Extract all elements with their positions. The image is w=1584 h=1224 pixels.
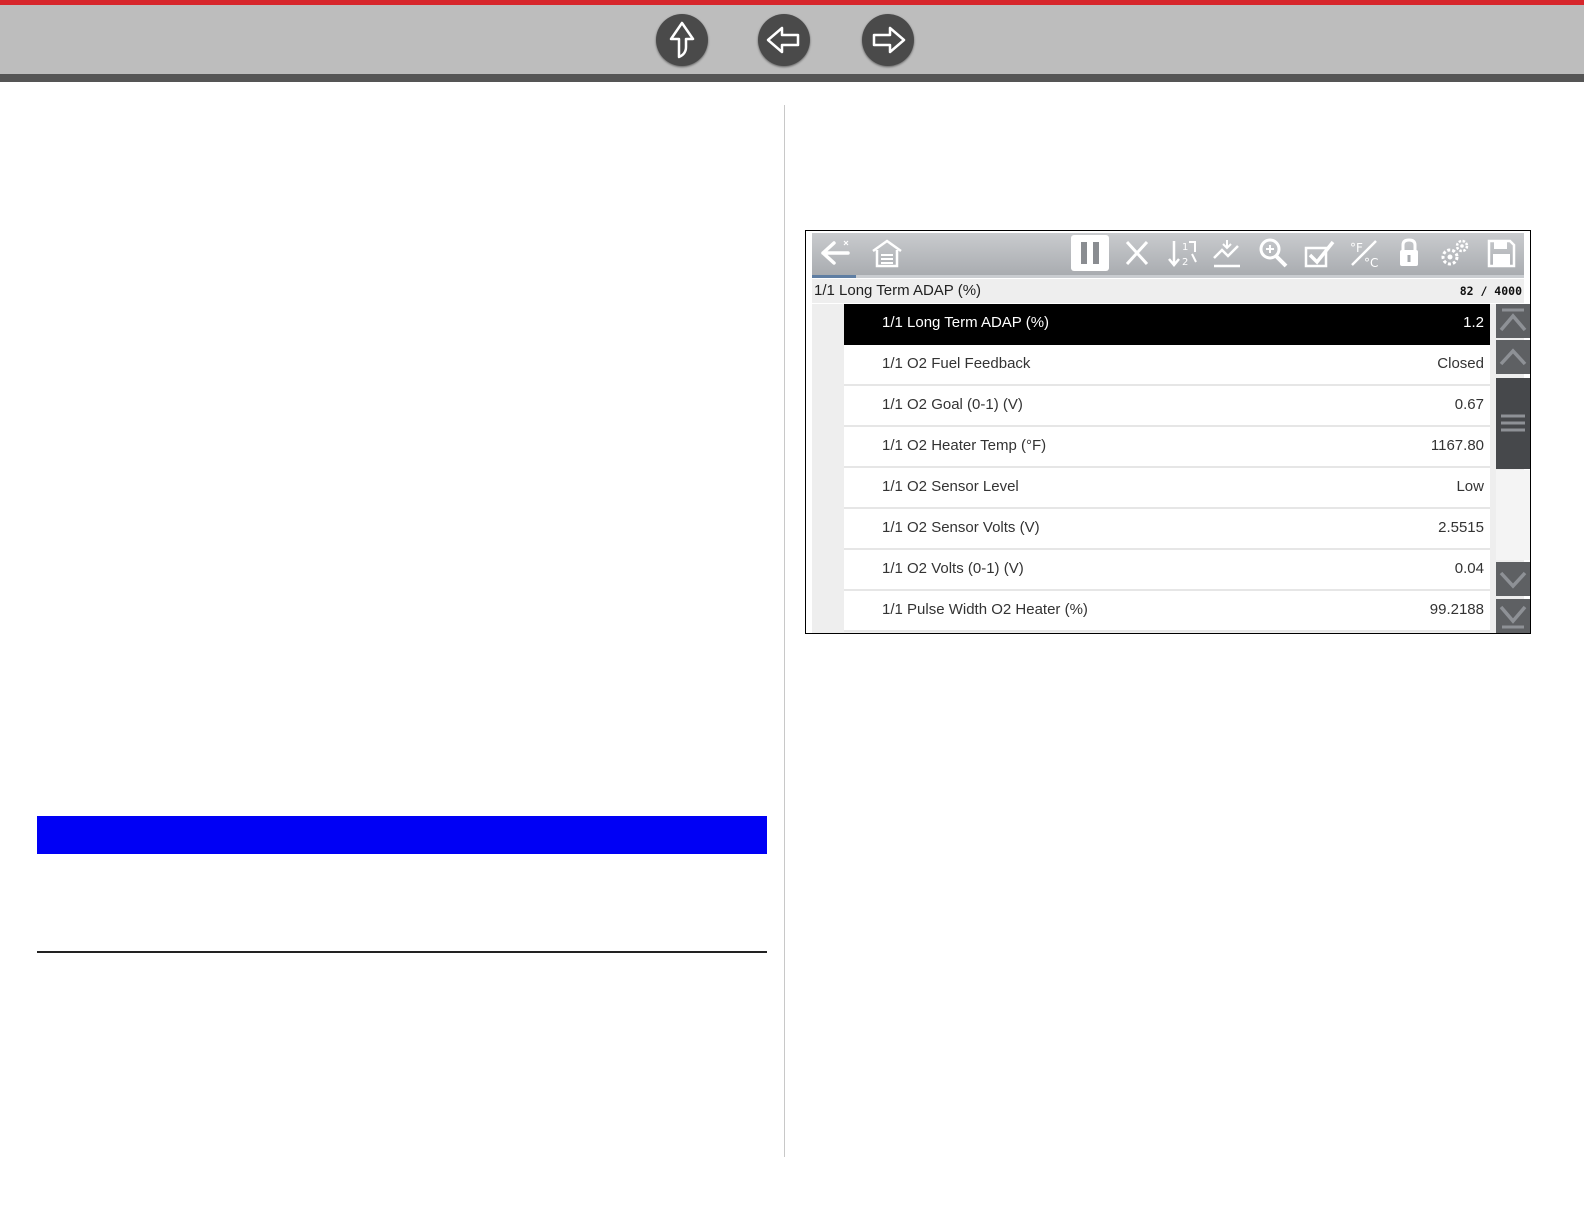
parameter-row[interactable]: 1/1 O2 Goal (0-1) (V) 0.67 xyxy=(844,386,1490,427)
parameter-value: 0.67 xyxy=(1454,396,1484,413)
parameter-value: 99.2188 xyxy=(1429,601,1484,618)
left-arrow-icon xyxy=(766,26,800,54)
grip-icon xyxy=(1501,414,1525,432)
scroll-down-button[interactable] xyxy=(1496,562,1530,596)
back-icon[interactable] xyxy=(818,236,852,270)
parameter-value: 0.04 xyxy=(1454,560,1484,577)
svg-text:2: 2 xyxy=(1182,257,1188,268)
double-chevron-down-icon xyxy=(1499,605,1527,629)
forward-button[interactable] xyxy=(862,14,914,66)
parameter-row[interactable]: 1/1 Pulse Width O2 Heater (%) 99.2188 xyxy=(844,591,1490,632)
chevron-up-icon xyxy=(1499,348,1527,366)
parameter-label: 1/1 Long Term ADAP (%) xyxy=(882,314,1050,331)
double-chevron-up-icon xyxy=(1499,308,1527,332)
svg-text:°F: °F xyxy=(1350,241,1363,255)
svg-text:1: 1 xyxy=(1182,242,1188,253)
parameter-label: 1/1 O2 Sensor Level xyxy=(882,478,1019,495)
parameter-row[interactable]: 1/1 O2 Sensor Volts (V) 2.5515 xyxy=(844,509,1490,550)
up-button[interactable] xyxy=(656,14,708,66)
parameter-label: 1/1 Pulse Width O2 Heater (%) xyxy=(882,601,1088,618)
home-icon[interactable] xyxy=(870,236,904,270)
back-button[interactable] xyxy=(758,14,810,66)
clear-icon[interactable] xyxy=(1120,236,1154,270)
svg-text:°C: °C xyxy=(1364,256,1378,270)
select-icon[interactable] xyxy=(1302,236,1336,270)
parameter-label: 1/1 O2 Sensor Volts (V) xyxy=(882,519,1040,536)
navigation-bar-shadow xyxy=(0,74,1584,82)
save-icon[interactable] xyxy=(1484,236,1518,270)
parameter-label: 1/1 O2 Volts (0-1) (V) xyxy=(882,560,1024,577)
parameter-header: 1/1 Long Term ADAP (%) 82 / 4000 xyxy=(812,279,1524,303)
blue-banner xyxy=(37,816,767,854)
scroll-thumb[interactable] xyxy=(1496,378,1530,469)
column-divider xyxy=(784,105,785,1157)
parameter-label: 1/1 O2 Heater Temp (°F) xyxy=(882,437,1047,454)
up-arrow-icon xyxy=(669,21,695,59)
graph-icon[interactable] xyxy=(1210,236,1244,270)
zoom-icon[interactable] xyxy=(1256,236,1290,270)
parameter-row[interactable]: 1/1 O2 Sensor Level Low xyxy=(844,468,1490,509)
pause-icon[interactable] xyxy=(1071,235,1109,271)
right-arrow-icon xyxy=(872,26,906,54)
parameter-row[interactable]: 1/1 O2 Fuel Feedback Closed xyxy=(844,345,1490,386)
top-navigation-bar xyxy=(0,0,1584,82)
units-icon[interactable]: °F °C xyxy=(1347,236,1381,270)
top-accent-stripe xyxy=(0,0,1584,5)
lock-icon[interactable] xyxy=(1392,236,1426,270)
parameter-row[interactable]: 1/1 O2 Heater Temp (°F) 1167.80 xyxy=(844,427,1490,468)
sort-icon[interactable]: 1 2 xyxy=(1165,236,1199,270)
scroll-track[interactable] xyxy=(1496,470,1530,560)
toolbar-active-underline xyxy=(812,275,856,278)
parameter-value: Low xyxy=(1456,478,1484,495)
scroll-to-bottom-button[interactable] xyxy=(1496,599,1530,633)
selected-parameter-title: 1/1 Long Term ADAP (%) xyxy=(814,282,982,299)
scan-tool-screenshot: 1 2 °F °C 1/1 Long Term ADAP (%) 82 / 40… xyxy=(805,230,1531,634)
parameter-value: Closed xyxy=(1437,355,1484,372)
parameter-row[interactable]: 1/1 Long Term ADAP (%) 1.2 xyxy=(844,304,1490,345)
parameter-list: 1/1 Long Term ADAP (%) 1.2 1/1 O2 Fuel F… xyxy=(812,304,1530,633)
parameter-label: 1/1 O2 Goal (0-1) (V) xyxy=(882,396,1023,413)
toolbar-separator xyxy=(812,275,1524,278)
settings-icon[interactable] xyxy=(1438,236,1472,270)
scroll-up-button[interactable] xyxy=(1496,340,1530,374)
parameter-value: 2.5515 xyxy=(1438,519,1484,536)
parameter-value: 1167.80 xyxy=(1430,437,1484,454)
frame-counter: 82 / 4000 xyxy=(1459,284,1522,298)
parameter-row[interactable]: 1/1 O2 Volts (0-1) (V) 0.04 xyxy=(844,550,1490,591)
parameter-label: 1/1 O2 Fuel Feedback xyxy=(882,355,1031,372)
parameter-value: 1.2 xyxy=(1463,314,1484,331)
scroll-to-top-button[interactable] xyxy=(1496,304,1530,338)
horizontal-rule xyxy=(37,951,767,953)
chevron-down-icon xyxy=(1499,571,1527,589)
